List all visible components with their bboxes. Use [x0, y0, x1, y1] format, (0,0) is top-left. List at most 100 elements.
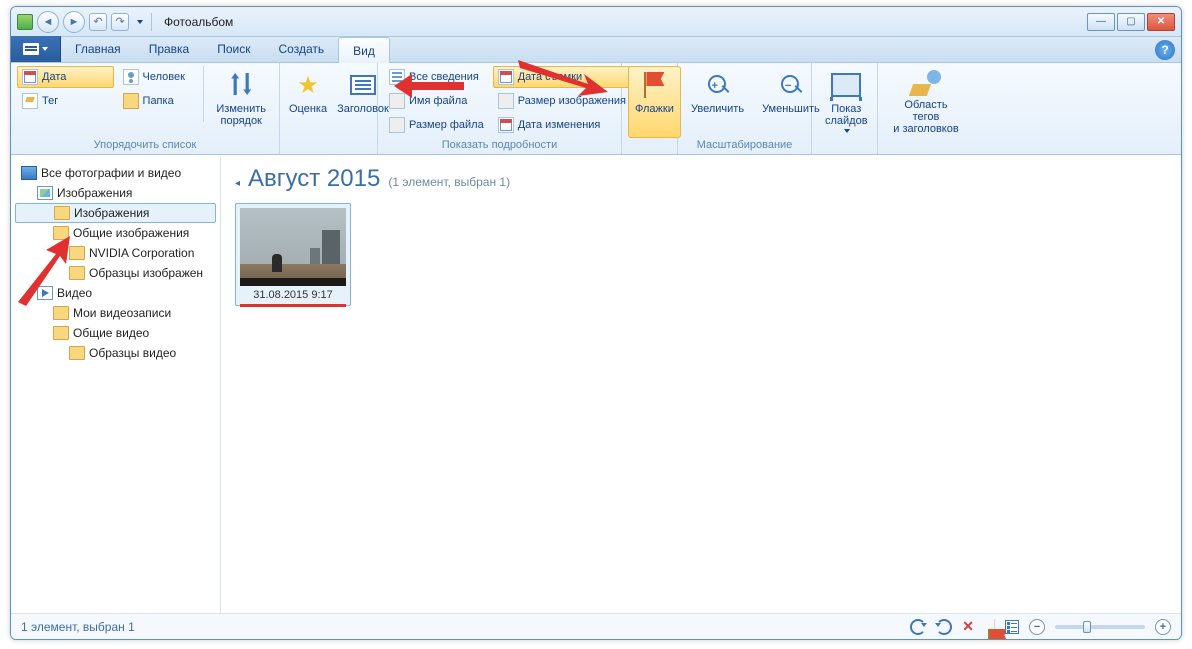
ribbon-group-tagpane: Область тегов и заголовков [878, 63, 974, 154]
chevron-down-icon [844, 129, 850, 133]
zoom-group-label: Масштабирование [684, 138, 805, 154]
zoom-in-label: Увеличить [691, 103, 744, 115]
arrange-folder-label: Папка [143, 95, 174, 107]
slideshow-label: Показ слайдов [825, 103, 868, 127]
tree-item-label: Изображения [57, 186, 132, 200]
nav-forward-button[interactable]: ► [63, 11, 85, 33]
tree-item-label: Изображения [74, 206, 149, 220]
app-window: ◄ ► ↶ ↷ Фотоальбом — ▢ ✕ Главная Правка … [10, 6, 1182, 640]
rotate-left-button[interactable] [910, 619, 926, 635]
detail-all-button[interactable]: Все сведения [384, 66, 489, 88]
detail-image-size-button[interactable]: Размер изображения [493, 90, 631, 112]
arrange-tag-label: Тег [42, 95, 58, 107]
detail-date-modified-label: Дата изменения [518, 119, 601, 131]
close-button[interactable]: ✕ [1147, 13, 1175, 31]
zoom-in-icon: + [705, 72, 731, 98]
zoom-slider[interactable] [1055, 625, 1145, 629]
reorder-button[interactable]: Изменить порядок [209, 66, 273, 138]
zoom-in-button[interactable]: + Увеличить [684, 66, 751, 138]
window-title: Фотоальбом [164, 15, 233, 29]
nav-dropdown[interactable] [133, 13, 145, 31]
tab-search[interactable]: Поиск [203, 36, 264, 62]
reorder-icon [225, 69, 257, 101]
tree-item[interactable]: Изображения [15, 183, 216, 203]
tree-item[interactable]: Все фотографии и видео [15, 163, 216, 183]
menu-tabs: Главная Правка Поиск Создать Вид ? [11, 37, 1181, 63]
detail-image-size-label: Размер изображения [518, 95, 626, 107]
help-button[interactable]: ? [1155, 40, 1175, 60]
content-area: Все фотографии и видео Изображения Изображ… [11, 157, 1181, 613]
tree-item[interactable]: NVIDIA Corporation [15, 243, 216, 263]
ribbon-group-flags: Флажки [622, 63, 678, 154]
tab-view[interactable]: Вид [338, 37, 390, 63]
status-text: 1 элемент, выбран 1 [21, 620, 135, 634]
tree-item[interactable]: Образцы видео [15, 343, 216, 363]
calendar-icon [22, 69, 38, 85]
zoom-out-icon: − [778, 72, 804, 98]
detail-filesize-button[interactable]: Размер файла [384, 114, 489, 136]
arrange-folder-button[interactable]: Папка [118, 90, 197, 112]
caption-icon [347, 69, 379, 101]
gallery-pane: ◂ Август 2015 (1 элемент, выбран 1) 31 [221, 157, 1181, 613]
tab-edit[interactable]: Правка [135, 36, 204, 62]
minimize-button[interactable]: — [1087, 13, 1115, 31]
folder-icon [123, 93, 139, 109]
gallery-item[interactable]: 31.08.2015 9:17 [235, 203, 351, 306]
ribbon-group-slideshow: Показ слайдов [812, 63, 878, 154]
tagpane-button[interactable]: Область тегов и заголовков [884, 66, 968, 138]
delete-button[interactable]: ✕ [962, 618, 974, 635]
grid-icon [389, 69, 405, 85]
tree-item[interactable]: Общие изображения [15, 223, 216, 243]
slideshow-button[interactable]: Показ слайдов [818, 66, 875, 138]
detail-date-modified-button[interactable]: Дата изменения [493, 114, 631, 136]
ribbon-group-rate: ★ Оценка Заголовок [280, 63, 378, 154]
tree-item-label: Видео [57, 286, 92, 300]
rating-button[interactable]: ★ Оценка [286, 66, 330, 138]
tab-home[interactable]: Главная [61, 36, 135, 62]
tree-item-label: Все фотографии и видео [41, 166, 181, 180]
tab-create[interactable]: Создать [265, 36, 339, 62]
title-bar: ◄ ► ↶ ↷ Фотоальбом — ▢ ✕ [11, 7, 1181, 37]
chevron-down-icon [42, 47, 48, 51]
zoom-slider-thumb[interactable] [1083, 621, 1091, 633]
tagpane-label: Область тегов и заголовков [891, 99, 961, 135]
arrange-person-button[interactable]: Человек [118, 66, 197, 88]
gallery-group-count: (1 элемент, выбран 1) [388, 175, 510, 189]
tree-item[interactable]: Изображения [15, 203, 216, 223]
tree-item-label: Образцы видео [89, 346, 176, 360]
nav-back-button[interactable]: ◄ [37, 11, 59, 33]
all-icon [21, 166, 37, 180]
flags-button[interactable]: Флажки [628, 66, 681, 138]
rotate-right-button[interactable] [936, 619, 952, 635]
zoom-out-status-button[interactable]: − [1029, 619, 1045, 635]
gallery-group-header[interactable]: ◂ Август 2015 (1 элемент, выбран 1) [235, 165, 1167, 193]
detail-filename-button[interactable]: Имя файла [384, 90, 489, 112]
pic-icon [37, 186, 53, 200]
tree-item[interactable]: Мои видеозаписи [15, 303, 216, 323]
tree-item[interactable]: Видео [15, 283, 216, 303]
detail-filesize-label: Размер файла [409, 119, 484, 131]
nav-undo-button[interactable]: ↶ [89, 13, 107, 31]
collapse-icon: ◂ [235, 178, 240, 189]
flag-icon [640, 70, 668, 100]
arrange-date-button[interactable]: Дата [17, 66, 114, 88]
separator [151, 13, 152, 31]
arrange-date-label: Дата [42, 71, 66, 83]
folder-icon [69, 346, 85, 360]
maximize-button[interactable]: ▢ [1117, 13, 1145, 31]
tree-item[interactable]: Образцы изображен [15, 263, 216, 283]
detail-date-taken-button[interactable]: Дата съемки [493, 66, 631, 88]
folder-icon [53, 306, 69, 320]
filesize-icon [389, 117, 405, 133]
tree-item[interactable]: Общие видео [15, 323, 216, 343]
zoom-in-status-button[interactable]: + [1155, 619, 1171, 635]
nav-redo-button[interactable]: ↷ [111, 13, 129, 31]
status-bar: 1 элемент, выбран 1 ✕ − + [11, 613, 1181, 639]
file-menu-icon [23, 43, 39, 55]
calendar-icon [498, 69, 514, 85]
gallery-group-title: Август 2015 [248, 165, 380, 193]
file-menu-button[interactable] [11, 36, 61, 62]
arrange-tag-button[interactable]: Тег [17, 90, 114, 112]
folder-icon [69, 246, 85, 260]
details-view-button[interactable] [1005, 620, 1019, 634]
